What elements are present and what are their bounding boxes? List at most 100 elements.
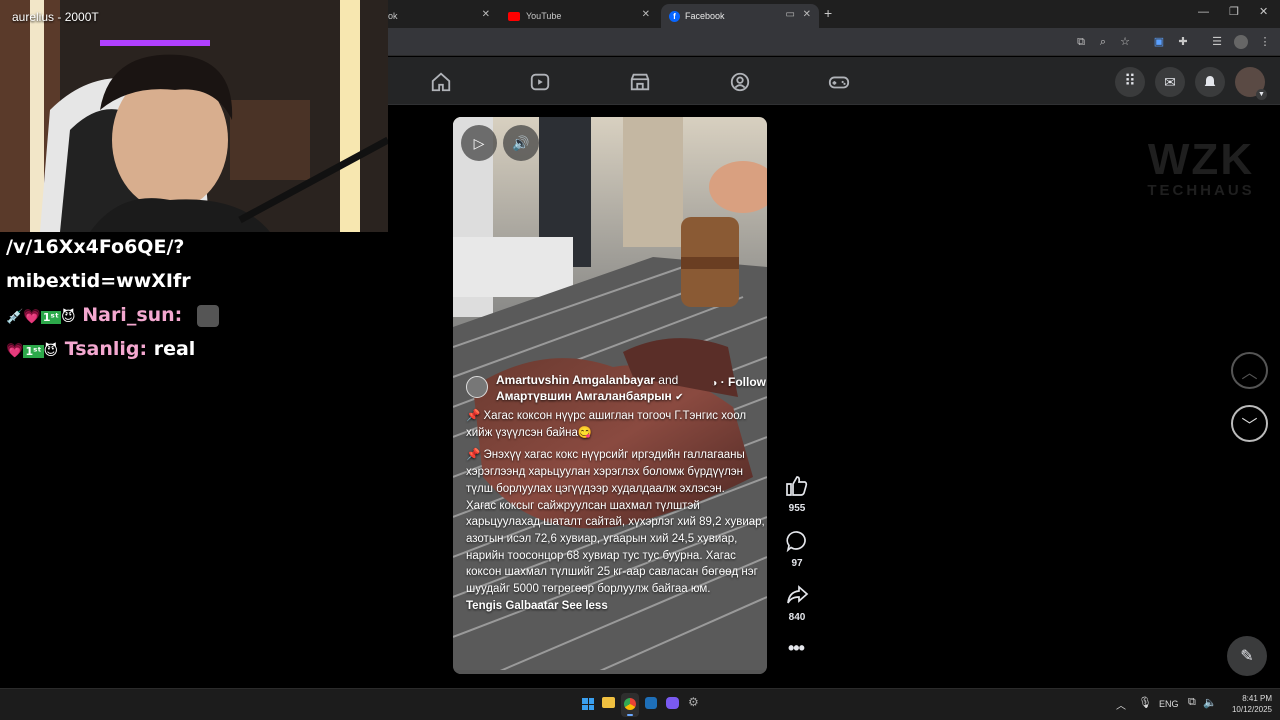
home-icon[interactable] (430, 71, 452, 93)
tagged-user-link[interactable]: Tengis Galbaatar (466, 600, 558, 612)
webcam-overlay: aurelius - 2000T (0, 0, 388, 232)
reel-caption: Amartuvshin Amgalanbayar and Амартүвшин … (466, 372, 766, 614)
browser-tab-facebook[interactable]: f Facebook ▭ ✕ (661, 4, 819, 28)
coauthor-name[interactable]: Амартүвшин Амгаланбаярын (496, 389, 672, 403)
speaker-icon[interactable]: 🔈 (1203, 696, 1217, 709)
follow-button[interactable]: · Follow (721, 375, 766, 389)
comment-action[interactable]: 97 (782, 529, 812, 569)
marketplace-icon[interactable] (629, 71, 651, 93)
video-icon[interactable] (529, 71, 551, 93)
new-tab-button[interactable]: + (824, 5, 832, 21)
zoom-icon[interactable]: ⌕ (1096, 35, 1110, 49)
bell-icon (1204, 76, 1216, 88)
emote-icon (196, 304, 219, 327)
next-reel-button[interactable]: ﹀ (1231, 405, 1268, 442)
settings-gear-icon[interactable]: ⚙ (688, 695, 699, 709)
volume-button[interactable]: 🔊 (503, 125, 539, 161)
youtube-icon (508, 11, 520, 21)
messenger-button[interactable]: ✉ (1155, 67, 1185, 97)
browser-tab-youtube[interactable]: YouTube ✕ (500, 4, 658, 28)
volume-icon: 🔊 (512, 134, 530, 151)
like-icon (786, 476, 808, 496)
author-avatar[interactable] (466, 376, 488, 398)
tab-close-icon[interactable]: ✕ (482, 9, 490, 20)
badge-icons: 💉💗 1ˢᵗ 😈 (6, 309, 76, 325)
account-avatar[interactable]: ▼ (1235, 67, 1267, 100)
discord-icon[interactable] (666, 697, 679, 709)
author-row: Amartuvshin Amgalanbayar and Амартүвшин … (466, 372, 766, 406)
reading-list-icon[interactable]: ☰ (1210, 35, 1224, 49)
address-bar[interactable]: ⧉ ⌕ ☆ ▣ ✚ ☰ ⋮ (388, 28, 1280, 56)
caption-paragraph: 📌 Энэхүү хагас кокс нүүрсийг иргэдийн га… (466, 449, 745, 495)
caption-paragraph: 📌 Хагас коксон нүүрс ашиглан тогооч Г.Тэ… (466, 410, 747, 439)
install-app-icon[interactable]: ⧉ (1074, 35, 1088, 49)
windows-taskbar: ⚙ ︿ 🎙 ENG ⧉ 🔈 8:41 PM 10/12/2025 (0, 688, 1280, 720)
gaming-icon[interactable] (828, 71, 850, 93)
share-action[interactable]: 840 (782, 583, 812, 623)
chrome-icon (624, 698, 636, 710)
clock-time: 8:41 PM (1242, 694, 1272, 703)
window-close-icon[interactable]: ✕ (1259, 5, 1268, 18)
chrome-menu-icon[interactable]: ⋮ (1258, 35, 1272, 49)
extension-icon[interactable]: ▣ (1152, 35, 1166, 49)
watermark-subtitle: TECHHAUS (1147, 182, 1255, 199)
start-icon[interactable] (582, 698, 594, 710)
clock-date: 10/12/2025 (1231, 705, 1272, 714)
profile-avatar[interactable] (1234, 35, 1248, 49)
minimize-icon[interactable]: — (1198, 6, 1209, 18)
verified-icon: ✔ (675, 392, 684, 403)
extensions-puzzle-icon[interactable]: ✚ (1176, 35, 1190, 49)
notifications-button[interactable] (1195, 67, 1225, 97)
chevron-down-icon: ﹀ (1241, 417, 1258, 435)
share-count: 840 (788, 612, 806, 623)
chat-username: Nari_sun: (82, 304, 183, 326)
compose-icon: ✎ (1240, 648, 1254, 665)
like-action[interactable]: 955 (782, 474, 812, 514)
facebook-header: ⠿ ✉ ▼ (388, 57, 1280, 105)
more-options-icon[interactable]: ••• (788, 638, 805, 659)
network-icon[interactable]: ⧉ (1188, 696, 1196, 709)
chrome-taskbar-item[interactable] (621, 693, 639, 717)
like-count: 955 (788, 503, 806, 514)
caption-paragraph: Хагас коксыг сайжруулсан шахмал түлштэй … (466, 499, 765, 596)
tab-media-icon[interactable]: ▭ (786, 9, 795, 20)
tab-label: ok (388, 11, 398, 21)
tab-close-icon[interactable]: ✕ (803, 9, 811, 20)
chat-message: mibextid=wwXIfr (6, 270, 191, 292)
webcam-feed (0, 0, 388, 232)
badge-icons: 💗 1ˢᵗ 😈 (6, 343, 59, 359)
groups-icon[interactable] (729, 71, 751, 93)
watermark-title: WZK (1147, 135, 1255, 184)
grid-icon: ⠿ (1124, 73, 1136, 90)
chevron-up-icon: ︿ (1241, 364, 1258, 382)
steam-icon[interactable] (645, 697, 657, 709)
restore-icon[interactable]: ❐ (1229, 5, 1239, 18)
compose-button[interactable]: ✎ (1227, 636, 1267, 676)
chat-username: Tsanlig: (64, 338, 148, 360)
streamer-label: aurelius - 2000T (12, 10, 99, 24)
author-name[interactable]: Amartuvshin Amgalanbayar (496, 373, 655, 387)
chat-message: /v/16Xx4Fo6QE/? (6, 236, 185, 258)
comment-count: 97 (791, 558, 803, 569)
language-indicator[interactable]: ENG (1159, 699, 1179, 709)
bookmark-star-icon[interactable]: ☆ (1118, 35, 1132, 49)
comment-icon (786, 531, 806, 553)
chat-message: 💗 1ˢᵗ 😈 Tsanlig: real (6, 338, 195, 360)
tray-chevron-icon[interactable]: ︿ (1116, 697, 1126, 712)
share-icon (787, 585, 809, 604)
play-icon: ▷ (473, 134, 485, 151)
menu-grid-button[interactable]: ⠿ (1115, 67, 1145, 97)
previous-reel-button[interactable]: ︿ (1231, 352, 1268, 389)
tab-close-icon[interactable]: ✕ (642, 9, 650, 20)
see-less-link[interactable]: See less (562, 600, 608, 612)
browser-tab[interactable]: ok ✕ (388, 4, 498, 28)
microphone-icon[interactable]: 🎙 (1138, 696, 1152, 709)
chat-text: real (153, 338, 196, 360)
clock[interactable]: 8:41 PM 10/12/2025 (1222, 693, 1272, 715)
chat-message: 💉💗 1ˢᵗ 😈 Nari_sun: (6, 304, 219, 327)
chevron-down-icon: ▼ (1256, 89, 1267, 100)
messenger-icon: ✉ (1164, 73, 1176, 90)
play-button[interactable]: ▷ (461, 125, 497, 161)
watermark: WZK TECHHAUS (1128, 135, 1274, 200)
file-explorer-icon[interactable] (602, 697, 615, 708)
